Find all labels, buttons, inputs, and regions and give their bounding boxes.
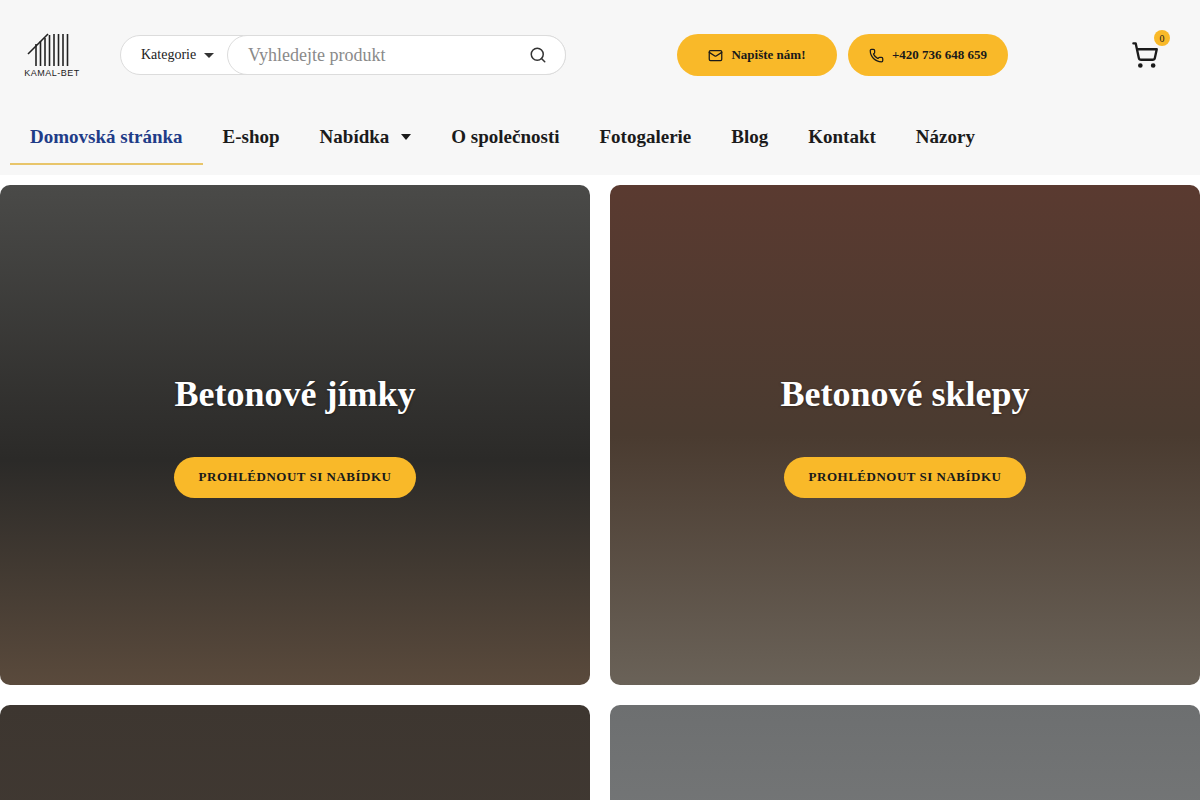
header: KAMAL-BET Kategorie Vyhledejte produkt Napi… [0,0,1200,175]
cart[interactable]: 0 [1130,40,1160,70]
nav-item[interactable]: E-shop [203,110,300,165]
nav-item[interactable]: Názory [896,110,995,165]
nav-item[interactable]: Domovská stránka [10,110,203,165]
card-title: Betonové jímky [175,373,416,415]
logo-icon [26,32,78,66]
caret-icon [204,53,214,58]
category-card[interactable] [0,705,590,800]
top-bar: KAMAL-BET Kategorie Vyhledejte produkt Napi… [0,0,1200,110]
offer-button[interactable]: PROHLÉDNOUT SI NABÍDKU [784,457,1027,498]
search-box: Kategorie Vyhledejte produkt [120,35,566,75]
phone-icon [869,48,884,63]
page: KAMAL-BET Kategorie Vyhledejte produkt Napi… [0,0,1200,800]
category-grid: Betonové jímkyPROHLÉDNOUT SI NABÍDKUBeto… [0,185,1200,800]
contact-button[interactable]: Napište nám! [677,34,837,76]
category-select[interactable]: Kategorie [141,47,227,63]
nav-item[interactable]: Blog [711,110,788,165]
logo-text: KAMAL-BET [24,68,80,78]
search-icon[interactable] [529,46,547,64]
cart-icon [1131,41,1159,69]
main-nav: Domovská stránkaE-shopNabídkaO společnos… [0,110,1200,165]
nav-item[interactable]: Kontakt [788,110,896,165]
search-input[interactable]: Vyhledejte produkt [227,35,566,75]
nav-item[interactable]: Nabídka [300,110,432,165]
mail-icon [708,48,723,63]
nav-item[interactable]: O společnosti [431,110,579,165]
card-title: Betonové sklepy [780,373,1029,415]
offer-button[interactable]: PROHLÉDNOUT SI NABÍDKU [174,457,417,498]
phone-button[interactable]: +420 736 648 659 [848,34,1008,76]
logo[interactable]: KAMAL-BET [22,32,82,78]
nav-item[interactable]: Fotogalerie [580,110,712,165]
category-card[interactable]: Betonové jímky PROHLÉDNOUT SI NABÍDKU [0,185,590,685]
category-card[interactable] [610,705,1200,800]
cart-badge: 0 [1154,30,1170,46]
search-placeholder: Vyhledejte produkt [248,45,385,66]
category-card[interactable]: Betonové sklepy PROHLÉDNOUT SI NABÍDKU [610,185,1200,685]
contact-buttons: Napište nám! +420 736 648 659 [677,34,1008,76]
dropdown-icon [401,134,411,140]
